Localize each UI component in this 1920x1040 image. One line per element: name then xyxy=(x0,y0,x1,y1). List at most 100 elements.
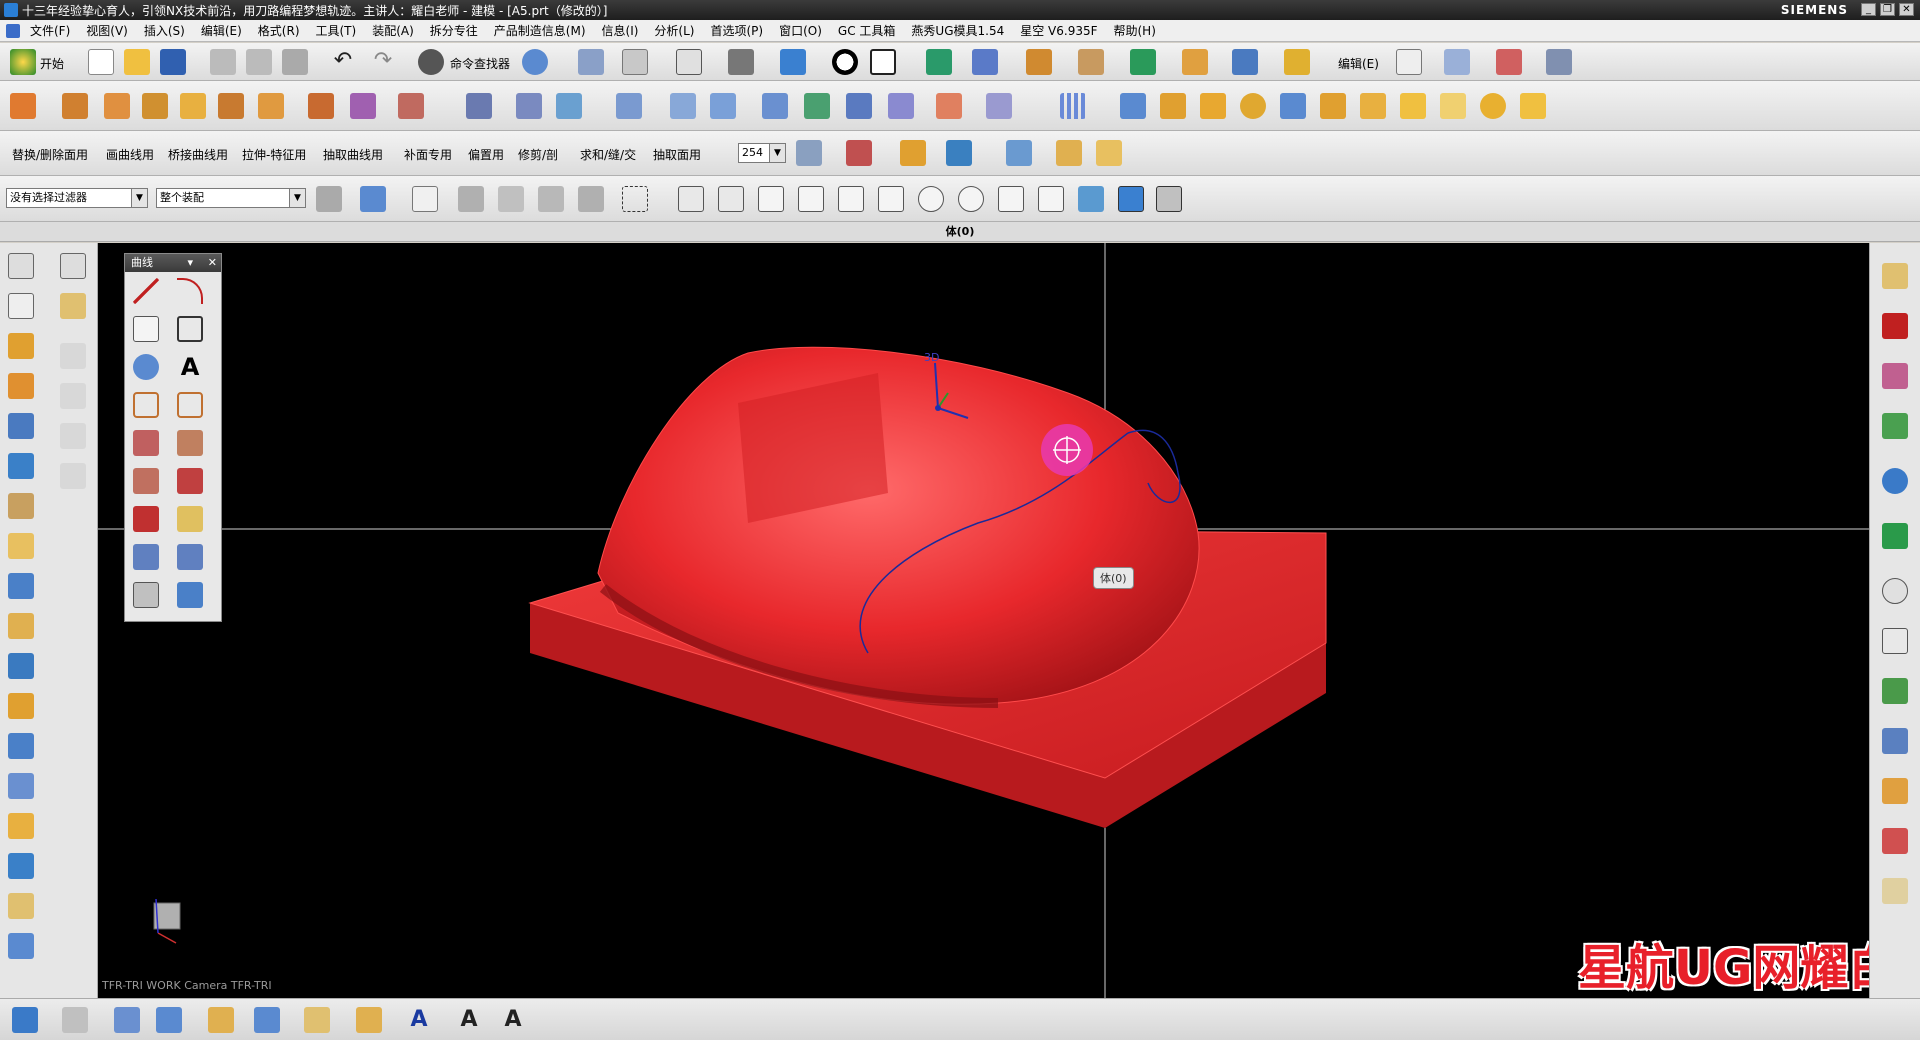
layer-settings-icon[interactable] xyxy=(796,140,822,166)
through-curves-icon[interactable] xyxy=(670,93,696,119)
face-blend-icon[interactable] xyxy=(616,93,642,119)
general-select-icon[interactable] xyxy=(316,186,342,212)
palettes-icon[interactable] xyxy=(1882,828,1908,854)
menu-window[interactable]: 窗口(O) xyxy=(771,22,830,39)
snap-on-curve-icon[interactable] xyxy=(1038,186,1064,212)
menu-format[interactable]: 格式(R) xyxy=(250,22,308,39)
disk-icon[interactable] xyxy=(8,933,34,959)
distribute-icon[interactable] xyxy=(1280,93,1306,119)
center-icon[interactable] xyxy=(1240,93,1266,119)
ejector-icon[interactable] xyxy=(1360,93,1386,119)
ruler-icon[interactable] xyxy=(1096,140,1122,166)
datum-plane-icon[interactable] xyxy=(60,293,86,319)
draft-icon[interactable] xyxy=(8,413,34,439)
pocket-icon[interactable] xyxy=(516,93,542,119)
component-bottom-icon[interactable] xyxy=(208,1007,234,1033)
menu-help[interactable]: 帮助(H) xyxy=(1106,22,1164,39)
wcs-dynamic-icon[interactable] xyxy=(1006,140,1032,166)
extrude-icon[interactable] xyxy=(308,93,334,119)
select-face-icon[interactable] xyxy=(538,186,564,212)
move-object-icon[interactable] xyxy=(62,93,88,119)
select-feature-icon[interactable] xyxy=(360,186,386,212)
menu-view[interactable]: 视图(V) xyxy=(78,22,136,39)
sketch-plane-icon[interactable] xyxy=(114,1007,140,1033)
rectangle-select-icon[interactable] xyxy=(622,186,648,212)
list-icon[interactable] xyxy=(1440,93,1466,119)
snap-arc-icon[interactable] xyxy=(838,186,864,212)
annotation-text-icon[interactable]: A xyxy=(406,1007,432,1033)
text-icon[interactable]: A xyxy=(177,354,203,380)
panel-icon[interactable] xyxy=(8,573,34,599)
snap-quadrant-icon[interactable] xyxy=(958,186,984,212)
rectangle-icon[interactable] xyxy=(8,293,34,319)
component-icon[interactable] xyxy=(1182,49,1208,75)
text-style-icon[interactable]: A xyxy=(456,1007,482,1033)
gear-icon[interactable] xyxy=(1480,93,1506,119)
group-patch-surface[interactable]: 补面专用 xyxy=(404,146,452,163)
swept-icon[interactable] xyxy=(846,93,872,119)
layout-icon[interactable] xyxy=(622,49,648,75)
menu-pmi[interactable]: 产品制造信息(M) xyxy=(486,22,594,39)
analysis-icon[interactable] xyxy=(1056,140,1082,166)
spline-icon[interactable] xyxy=(60,423,86,449)
datum-bottom-icon[interactable] xyxy=(156,1007,182,1033)
snap-center-icon[interactable] xyxy=(918,186,944,212)
fit-curve-icon[interactable] xyxy=(177,468,203,494)
trim-body-icon[interactable] xyxy=(936,93,962,119)
constraint-navigator-icon[interactable] xyxy=(1882,313,1908,339)
save-icon[interactable] xyxy=(160,49,186,75)
layer-dropdown[interactable]: 254 ▼ xyxy=(738,143,786,163)
helix-curve-icon[interactable] xyxy=(177,582,203,608)
move-component-icon[interactable] xyxy=(1232,49,1258,75)
minimize-icon[interactable]: _ xyxy=(1861,3,1876,16)
cone-icon[interactable] xyxy=(218,93,244,119)
slab-icon[interactable] xyxy=(8,613,34,639)
analysis-plot-icon[interactable] xyxy=(12,1007,38,1033)
layer-bottom-icon[interactable] xyxy=(304,1007,330,1033)
ruled-icon[interactable] xyxy=(710,93,736,119)
offset-surface-icon[interactable] xyxy=(986,93,1012,119)
standard-part-icon[interactable] xyxy=(1400,93,1426,119)
curve-palette-header[interactable]: 曲线 ▾ ✕ xyxy=(125,254,221,272)
spline-curve-icon[interactable] xyxy=(177,430,203,456)
menu-gc-toolbox[interactable]: GC 工具箱 xyxy=(830,22,904,39)
studio-surface-icon[interactable] xyxy=(804,93,830,119)
shell-icon[interactable] xyxy=(8,373,34,399)
snap-existing-point-icon[interactable] xyxy=(998,186,1024,212)
datum-csys-icon[interactable] xyxy=(10,93,36,119)
show-hide-icon[interactable] xyxy=(900,140,926,166)
scope-dropdown[interactable]: 整个装配 ▼ xyxy=(156,188,306,208)
snap-move-icon[interactable] xyxy=(1120,93,1146,119)
menu-assembly[interactable]: 装配(A) xyxy=(364,22,422,39)
law-curve-icon[interactable] xyxy=(133,430,159,456)
sync-icon[interactable] xyxy=(578,49,604,75)
combined-curve-icon[interactable] xyxy=(177,544,203,570)
group-extrude-feature[interactable]: 拉伸-特征用 xyxy=(242,146,306,163)
menu-split[interactable]: 拆分专往 xyxy=(422,22,486,39)
system-scene-icon[interactable] xyxy=(1882,878,1908,904)
book-icon[interactable] xyxy=(1026,49,1052,75)
ruler-left-icon[interactable] xyxy=(8,533,34,559)
offset-curve-icon[interactable] xyxy=(60,343,86,369)
manufacturing-wizard-icon[interactable] xyxy=(1882,728,1908,754)
copy-icon[interactable] xyxy=(246,49,272,75)
filter-dropdown[interactable]: 没有选择过滤器 ▼ xyxy=(6,188,148,208)
pad-icon[interactable] xyxy=(8,333,34,359)
group-replace-delete[interactable]: 替换/删除面用 xyxy=(12,146,88,163)
sketch-icon[interactable] xyxy=(8,253,34,279)
wedge-icon[interactable] xyxy=(8,653,34,679)
restore-icon[interactable]: ❐ xyxy=(1880,3,1895,16)
arrow-up-icon[interactable] xyxy=(1520,93,1546,119)
curve-x-icon[interactable] xyxy=(60,253,86,279)
snap-on-face-icon[interactable] xyxy=(1078,186,1104,212)
wcs-icon[interactable] xyxy=(926,49,952,75)
group-trim[interactable]: 修剪/剖 xyxy=(518,146,558,163)
menu-tools[interactable]: 工具(T) xyxy=(308,22,365,39)
menu-xingkong[interactable]: 星空 V6.935F xyxy=(1012,22,1105,39)
snap-control-icon[interactable] xyxy=(798,186,824,212)
history-icon[interactable] xyxy=(1882,578,1908,604)
orient-icon[interactable] xyxy=(972,49,998,75)
snap-endpoint-icon[interactable] xyxy=(678,186,704,212)
body-icon[interactable] xyxy=(8,453,34,479)
polygon-fill-icon[interactable] xyxy=(177,392,203,418)
